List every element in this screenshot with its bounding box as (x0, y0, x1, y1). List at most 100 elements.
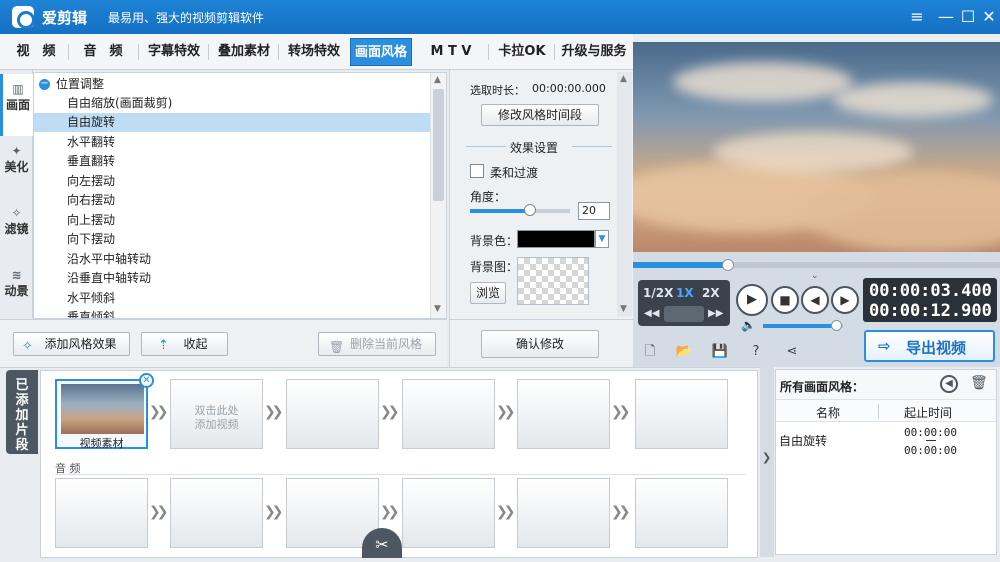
rewind-icon[interactable]: ◀◀ (644, 308, 659, 319)
stop-icon[interactable]: ■ (771, 286, 799, 314)
browse-button[interactable]: 浏览 (470, 282, 506, 304)
video-clip[interactable]: ✕ 视频素材 (55, 373, 154, 450)
volume-knob[interactable] (831, 320, 842, 331)
delete-style-button[interactable]: 🗑 删除当前风格 (318, 332, 436, 356)
share-icon[interactable]: ⋖ (783, 344, 801, 360)
minimize-icon[interactable]: — (935, 6, 957, 28)
list-item[interactable]: 向右摆动 (34, 191, 431, 210)
added-clips-tab[interactable]: 已添加片段 (6, 370, 38, 454)
trash-icon[interactable]: 🗑 (970, 375, 988, 391)
audio-slot[interactable] (517, 478, 610, 548)
empty-clip-slot[interactable] (635, 379, 728, 449)
col-time-header: 起止时间 (904, 406, 953, 420)
chevron-down-icon[interactable]: ▼ (595, 230, 609, 248)
sidenav-label: 动景 (4, 284, 29, 298)
collapse-minus-icon[interactable]: − (39, 79, 50, 90)
main-tabs: 视 频 音 频 字幕特效 叠加素材 转场特效 画面风格 M T V 卡拉OK 升… (0, 34, 633, 70)
volume-icon[interactable]: 🔈 (741, 318, 756, 332)
list-item[interactable]: 水平倾斜 (34, 289, 431, 308)
collapse-button[interactable]: ⇡ 收起 (141, 332, 228, 356)
new-file-icon[interactable]: 🗋 (641, 344, 659, 360)
tab-audio[interactable]: 音 频 (72, 38, 134, 66)
speed-shuttle[interactable] (664, 306, 704, 322)
list-group-position[interactable]: − 位置调整 (34, 75, 431, 94)
list-item[interactable]: 向上摆动 (34, 211, 431, 230)
add-effect-button[interactable]: ✧ 添加风格效果 (13, 332, 130, 356)
list-item[interactable]: 沿水平中轴转动 (34, 250, 431, 269)
settings-scrollbar[interactable]: ▲ ▼ (617, 72, 632, 317)
style-row-end[interactable]: 00:00:00 (904, 444, 957, 457)
audio-slot[interactable] (402, 478, 495, 548)
fast-forward-icon[interactable]: ▶▶ (708, 308, 723, 319)
list-item[interactable]: 向下摆动 (34, 230, 431, 249)
chevron-right-icon: ❯❯ (611, 404, 631, 420)
confirm-button[interactable]: 确认修改 (481, 330, 599, 358)
tab-overlay[interactable]: 叠加素材 (212, 38, 276, 66)
empty-clip-slot[interactable] (517, 379, 610, 449)
speed-normal[interactable]: 1X (676, 286, 694, 300)
sidenav-beautify[interactable]: ✦ 美化 (0, 136, 33, 198)
angle-input[interactable]: 20 (578, 202, 610, 220)
bg-color-picker[interactable] (517, 230, 595, 248)
sidenav-picture[interactable]: ▥ 画面 (0, 74, 33, 136)
scroll-up-icon[interactable]: ▲ (620, 74, 627, 84)
playback-knob[interactable] (722, 259, 734, 271)
audio-slot[interactable] (635, 478, 728, 548)
video-preview (633, 42, 1000, 252)
list-item-selected[interactable]: 自由旋转 (34, 113, 431, 132)
maximize-icon[interactable]: ☐ (957, 6, 979, 28)
scroll-thumb[interactable] (433, 89, 444, 201)
list-scrollbar[interactable]: ▲ ▼ (430, 73, 446, 318)
tab-transitions[interactable]: 转场特效 (282, 38, 346, 66)
open-folder-icon[interactable]: 📂 (675, 344, 693, 360)
list-item[interactable]: 自由缩放(画面裁剪) (34, 94, 431, 113)
angle-slider-knob[interactable] (524, 204, 536, 216)
list-item[interactable]: 垂直倾斜 (34, 308, 431, 318)
tab-upgrade-services[interactable]: 升级与服务 (558, 38, 630, 66)
tab-picture-style[interactable]: 画面风格 (350, 38, 412, 66)
play-icon[interactable]: ▶ (736, 284, 768, 316)
scroll-down-icon[interactable]: ▼ (620, 304, 627, 314)
chevron-down-icon[interactable]: ⌄ (811, 271, 819, 281)
tab-mtv[interactable]: M T V (418, 38, 484, 66)
export-label: 导出视频 (906, 339, 967, 357)
group-label: 位置调整 (56, 77, 105, 91)
close-icon[interactable]: ✕ (139, 373, 154, 388)
back-arrow-icon[interactable]: ◀ (940, 375, 958, 393)
filter-wand-icon: ✧ (11, 206, 22, 220)
empty-clip-slot[interactable] (402, 379, 495, 449)
next-frame-icon[interactable]: ▶ (831, 286, 859, 314)
list-item[interactable]: 沿垂直中轴转动 (34, 269, 431, 288)
audio-slot[interactable] (170, 478, 263, 548)
sidenav-dynamic[interactable]: ≋ 动景 (0, 260, 33, 322)
export-video-button[interactable]: ⇨ 导出视频 (864, 330, 995, 362)
add-video-slot[interactable]: 双击此处 添加视频 (170, 379, 263, 449)
style-row-start[interactable]: 00:00:00 (904, 426, 957, 439)
soft-transition-checkbox[interactable] (470, 164, 484, 178)
sidenav-label: 画面 (5, 98, 30, 112)
menu-icon[interactable]: ≡ (906, 6, 928, 28)
empty-clip-slot[interactable] (286, 379, 379, 449)
tab-karaoke[interactable]: 卡拉OK (492, 38, 552, 66)
list-item[interactable]: 垂直翻转 (34, 152, 431, 171)
previous-frame-icon[interactable]: ◀ (801, 286, 829, 314)
soft-transition-label: 柔和过渡 (490, 166, 539, 180)
audio-slot[interactable] (55, 478, 148, 548)
style-row-name[interactable]: 自由旋转 (779, 432, 827, 449)
list-item[interactable]: 水平翻转 (34, 133, 431, 152)
scroll-down-icon[interactable]: ▼ (434, 304, 441, 314)
sidenav-filter[interactable]: ✧ 滤镜 (0, 198, 33, 260)
panel-collapse-handle[interactable]: ❯ (760, 367, 774, 557)
tab-video[interactable]: 视 频 (6, 38, 66, 66)
help-icon[interactable]: ? (747, 344, 765, 360)
add-video-hint: 添加视频 (194, 418, 239, 431)
list-item[interactable]: 向左摆动 (34, 172, 431, 191)
tab-subtitle-effects[interactable]: 字幕特效 (142, 38, 206, 66)
chevron-right-icon[interactable]: ❯ (762, 451, 771, 464)
save-icon[interactable]: 💾 (711, 344, 729, 360)
modify-time-button[interactable]: 修改风格时间段 (481, 104, 599, 126)
speed-half[interactable]: 1/2X (643, 286, 673, 300)
scroll-up-icon[interactable]: ▲ (434, 75, 441, 85)
close-icon[interactable]: ✕ (978, 6, 1000, 28)
speed-double[interactable]: 2X (702, 286, 720, 300)
